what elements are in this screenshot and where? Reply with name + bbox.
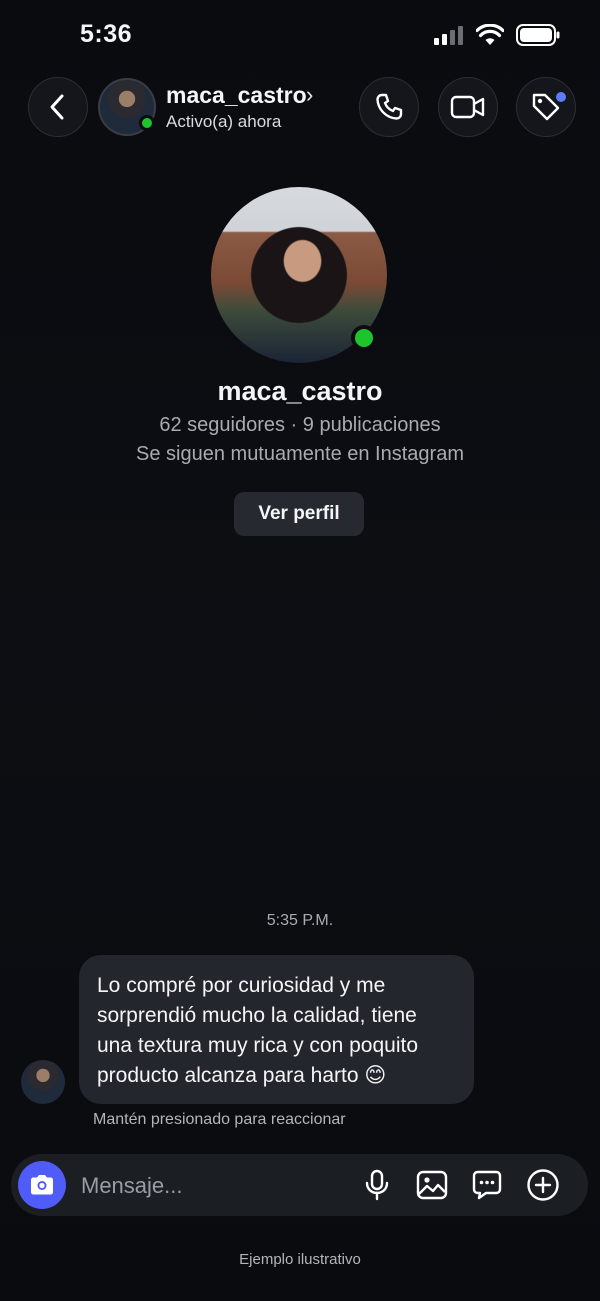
chevron-right-icon[interactable]: › xyxy=(306,82,313,108)
notification-dot xyxy=(556,92,566,102)
status-bar: 5:36 xyxy=(0,0,600,70)
battery-icon xyxy=(516,24,560,46)
camera-icon xyxy=(31,1175,53,1195)
chat-header: maca_castro › Activo(a) ahora xyxy=(0,72,600,142)
wifi-icon xyxy=(476,24,504,45)
tag-button[interactable] xyxy=(516,77,576,137)
header-activity-status: Activo(a) ahora xyxy=(166,112,282,131)
illustrative-example-note: Ejemplo ilustrativo xyxy=(239,1251,361,1268)
status-icons xyxy=(434,24,560,46)
profile-mutual-follow: Se siguen mutuamente en Instagram xyxy=(136,443,464,465)
more-options-button[interactable] xyxy=(525,1167,561,1203)
voice-message-button[interactable] xyxy=(359,1167,395,1203)
status-time: 5:36 xyxy=(80,20,133,48)
gallery-icon xyxy=(416,1170,448,1200)
gallery-button[interactable] xyxy=(414,1167,450,1203)
sticker-icon xyxy=(472,1170,502,1200)
message-sender-avatar[interactable] xyxy=(21,1060,65,1104)
message-timestamp: 5:35 P.M. xyxy=(266,912,334,929)
video-call-button[interactable] xyxy=(438,77,498,137)
back-button[interactable] xyxy=(28,77,88,137)
voice-call-button[interactable] xyxy=(359,77,419,137)
reaction-hint: Mantén presionado para reaccionar xyxy=(93,1111,346,1128)
online-indicator xyxy=(139,115,155,131)
back-arrow-icon xyxy=(50,94,64,120)
message-bubble[interactable]: Lo compré por curiosidad y me sorprendió… xyxy=(79,955,474,1104)
profile-online-indicator xyxy=(351,325,377,351)
view-profile-button[interactable]: Ver perfil xyxy=(234,492,364,536)
message-input[interactable] xyxy=(79,1168,343,1204)
message-composer xyxy=(11,1154,588,1216)
camera-button[interactable] xyxy=(18,1161,66,1209)
header-username[interactable]: maca_castro xyxy=(166,82,307,109)
profile-stats: 62 seguidores · 9 publicaciones xyxy=(159,414,441,436)
sticker-button[interactable] xyxy=(469,1167,505,1203)
video-camera-icon xyxy=(450,95,485,119)
profile-username: maca_castro xyxy=(217,376,383,406)
plus-icon xyxy=(527,1169,559,1201)
phone-icon xyxy=(376,93,403,120)
microphone-icon xyxy=(365,1169,389,1201)
cellular-signal-icon xyxy=(434,26,463,45)
